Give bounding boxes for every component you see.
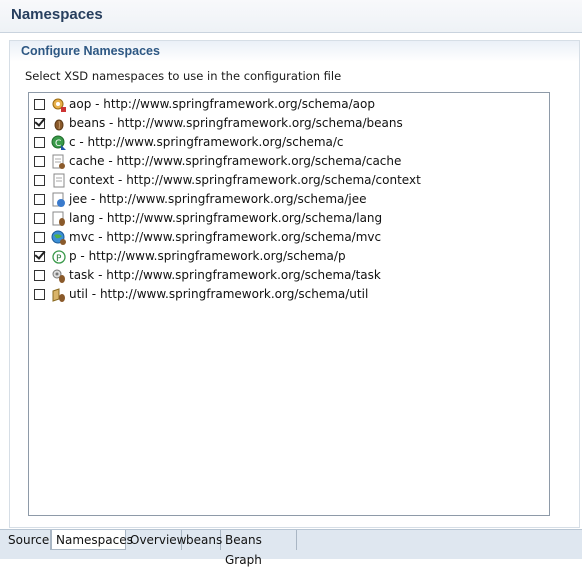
- namespace-list[interactable]: aop - http://www.springframework.org/sch…: [28, 92, 550, 516]
- namespace-row-jee[interactable]: jee - http://www.springframework.org/sch…: [29, 191, 547, 210]
- namespace-row-mvc[interactable]: mvc - http://www.springframework.org/sch…: [29, 229, 547, 248]
- task-icon: [51, 268, 67, 284]
- globe-icon: [51, 230, 67, 246]
- svg-text:P: P: [56, 254, 62, 264]
- namespace-label: mvc - http://www.springframework.org/sch…: [69, 230, 382, 244]
- namespace-row-util[interactable]: util - http://www.springframework.org/sc…: [29, 286, 547, 305]
- namespace-label: beans - http://www.springframework.org/s…: [69, 116, 403, 130]
- c-namespace-icon: C: [51, 135, 67, 151]
- namespace-label: p - http://www.springframework.org/schem…: [69, 249, 346, 263]
- aop-icon: [51, 97, 67, 113]
- section-header: Configure Namespaces: [10, 41, 579, 62]
- namespace-label: cache - http://www.springframework.org/s…: [69, 154, 402, 168]
- namespace-checkbox-lang[interactable]: [34, 213, 45, 224]
- configure-namespaces-section: Configure Namespaces Select XSD namespac…: [9, 40, 580, 528]
- jee-icon: [51, 192, 67, 208]
- namespace-label: context - http://www.springframework.org…: [69, 173, 421, 187]
- editor-header: Namespaces: [0, 0, 582, 33]
- namespace-row-aop[interactable]: aop - http://www.springframework.org/sch…: [29, 96, 547, 115]
- namespace-row-lang[interactable]: lang - http://www.springframework.org/sc…: [29, 210, 547, 229]
- namespace-row-beans[interactable]: beans - http://www.springframework.org/s…: [29, 115, 547, 134]
- namespace-checkbox-util[interactable]: [34, 289, 45, 300]
- namespace-row-context[interactable]: context - http://www.springframework.org…: [29, 172, 547, 191]
- context-icon: [51, 173, 67, 189]
- namespace-label: task - http://www.springframework.org/sc…: [69, 268, 381, 282]
- section-title: Configure Namespaces: [21, 44, 160, 58]
- lang-icon: [51, 211, 67, 227]
- namespace-label: jee - http://www.springframework.org/sch…: [69, 192, 367, 206]
- svg-text:C: C: [55, 139, 61, 149]
- namespace-checkbox-p[interactable]: [34, 248, 46, 262]
- checkmark-icon: [34, 115, 46, 127]
- tab-namespaces[interactable]: Namespaces: [51, 530, 133, 550]
- editor-tab-bar: Source Namespaces Overview beans Beans G…: [0, 529, 582, 567]
- util-icon: [51, 287, 67, 303]
- namespace-checkbox-task[interactable]: [34, 270, 45, 281]
- namespace-row-c[interactable]: C c - http://www.springframework.org/sch…: [29, 134, 547, 153]
- namespace-label: util - http://www.springframework.org/sc…: [69, 287, 369, 301]
- namespace-checkbox-aop[interactable]: [34, 99, 45, 110]
- section-description: Select XSD namespaces to use in the conf…: [25, 69, 342, 83]
- namespace-checkbox-jee[interactable]: [34, 194, 45, 205]
- namespace-checkbox-context[interactable]: [34, 175, 45, 186]
- namespace-row-cache[interactable]: cache - http://www.springframework.org/s…: [29, 153, 547, 172]
- page-title: Namespaces: [11, 6, 103, 23]
- namespace-checkbox-beans[interactable]: [34, 115, 46, 129]
- namespace-row-p[interactable]: P p - http://www.springframework.org/sch…: [29, 248, 547, 267]
- namespace-row-task[interactable]: task - http://www.springframework.org/sc…: [29, 267, 547, 286]
- namespace-checkbox-cache[interactable]: [34, 156, 45, 167]
- namespace-label: aop - http://www.springframework.org/sch…: [69, 97, 375, 111]
- tab-overview[interactable]: Overview: [126, 530, 187, 550]
- p-namespace-icon: P: [51, 249, 67, 265]
- checkmark-icon: [34, 248, 46, 260]
- namespace-label: c - http://www.springframework.org/schem…: [69, 135, 344, 149]
- cache-icon: [51, 154, 67, 170]
- namespace-label: lang - http://www.springframework.org/sc…: [69, 211, 383, 225]
- namespace-checkbox-mvc[interactable]: [34, 232, 45, 243]
- tab-source[interactable]: Source: [4, 530, 51, 550]
- tab-beans[interactable]: beans: [182, 530, 222, 550]
- namespace-checkbox-c[interactable]: [34, 137, 45, 148]
- tab-beans-graph[interactable]: Beans Graph: [221, 530, 297, 567]
- bean-icon: [51, 116, 67, 132]
